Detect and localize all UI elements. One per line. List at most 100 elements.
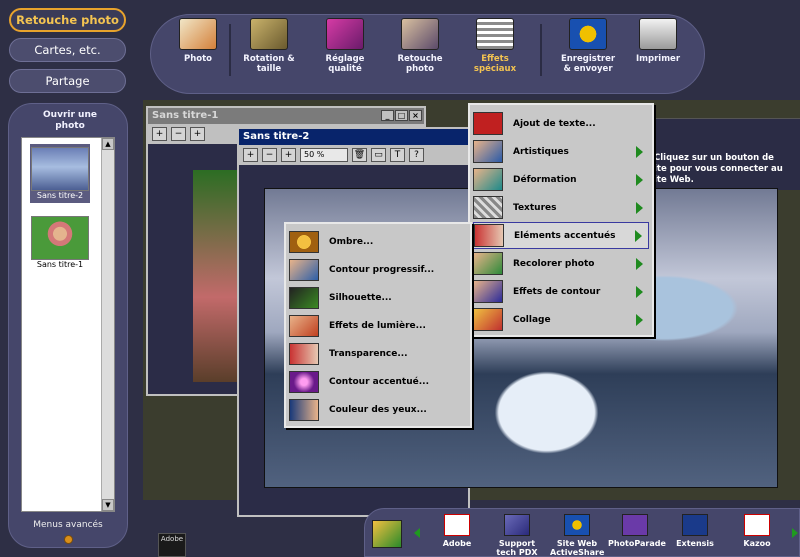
thumbnail-label: Sans titre-1	[36, 260, 84, 269]
partner-support-button[interactable]: Support tech PDX	[490, 514, 544, 557]
toolbar-effects-button[interactable]: Effets spéciaux	[465, 18, 525, 74]
menu-item-recolor[interactable]: Recolorer photo	[473, 250, 649, 277]
partner-photoparade-button[interactable]: PhotoParade	[608, 514, 666, 548]
kazoo-icon	[744, 514, 770, 536]
scroll-down-arrow-icon[interactable]: ▼	[102, 499, 114, 511]
menu-item-label: Ajout de texte...	[513, 118, 596, 129]
partner-label: PhotoParade	[608, 539, 666, 548]
scroll-up-arrow-icon[interactable]: ▲	[102, 138, 114, 150]
zoom-out-icon[interactable]: −	[171, 127, 186, 141]
menu-item-label: Effets de contour	[513, 286, 601, 297]
menu-item-label: Collage	[513, 314, 551, 325]
thumbnail-item[interactable]: Sans titre-1	[30, 216, 90, 269]
accented-elements-icon	[474, 224, 504, 247]
submenu-arrow-icon	[636, 173, 643, 186]
trash-icon[interactable]: 🗑	[352, 148, 367, 162]
zoom-out-icon[interactable]: −	[262, 148, 277, 162]
web-info-line: ite Web.	[654, 175, 694, 185]
phone-icon	[504, 514, 530, 536]
window-icon[interactable]: ▭	[371, 148, 386, 162]
zoom-select[interactable]: 50 %	[300, 148, 348, 162]
submenu-item-eye-color[interactable]: Couleur des yeux...	[289, 396, 467, 423]
adobe-logo-text: Adobe	[160, 535, 184, 543]
close-icon[interactable]: ×	[409, 110, 422, 121]
mode-cartes-button[interactable]: Cartes, etc.	[9, 38, 126, 62]
silhouette-icon	[289, 286, 319, 309]
submenu-item-light-effects[interactable]: Effets de lumière...	[289, 312, 467, 339]
submenu-item-transparency[interactable]: Transparence...	[289, 340, 467, 367]
partner-label: Adobe	[442, 539, 472, 548]
fit-icon[interactable]: +	[190, 127, 205, 141]
window-titlebar[interactable]: Sans titre-1 _ □ ×	[148, 108, 424, 124]
menu-item-textures[interactable]: Textures	[473, 194, 649, 221]
toolbar-rotation-button[interactable]: Rotation & taille	[239, 18, 299, 74]
menu-item-add-text[interactable]: Ajout de texte...	[473, 110, 649, 137]
toolbar-print-button[interactable]: Imprimer	[628, 18, 688, 64]
toolbar-label: Rotation & taille	[243, 54, 295, 74]
thumbnail-image	[31, 147, 89, 191]
menu-item-label: Eléments accentués	[514, 230, 616, 241]
advanced-menus-indicator-icon[interactable]	[63, 535, 73, 544]
submenu-item-label: Contour progressif...	[329, 264, 435, 275]
open-photo-label[interactable]: Ouvrir une photo	[28, 110, 112, 132]
transparency-icon	[289, 342, 319, 365]
thumbnail-image	[31, 216, 89, 260]
eye-color-icon	[289, 398, 319, 421]
toolbar-save-send-button[interactable]: Enregistrer & envoyer	[558, 18, 618, 74]
advanced-menus-toggle[interactable]: Menus avancés	[28, 520, 108, 544]
partner-activeshare-button[interactable]: Site Web ActiveShare	[550, 514, 604, 557]
maximize-icon[interactable]: □	[395, 110, 408, 121]
scroll-left-arrow-icon[interactable]	[414, 528, 420, 538]
zoom-in-icon[interactable]: +	[152, 127, 167, 141]
submenu-item-soft-edge[interactable]: Contour progressif...	[289, 256, 467, 283]
light-effects-icon	[289, 314, 319, 337]
window-title: Sans titre-1	[152, 110, 219, 121]
menu-item-label: Textures	[513, 202, 557, 213]
menu-item-edge-effects[interactable]: Effets de contour	[473, 278, 649, 305]
submenu-item-label: Couleur des yeux...	[329, 404, 427, 415]
web-info-text: Cliquez sur un bouton de ite pour vous c…	[654, 153, 800, 186]
gallery-icon[interactable]	[372, 520, 402, 548]
toolbar-quality-button[interactable]: Réglage qualité	[315, 18, 375, 74]
zoom-in-icon[interactable]: +	[243, 148, 258, 162]
partner-extensis-button[interactable]: Extensis	[668, 514, 722, 548]
submenu-arrow-icon	[636, 145, 643, 158]
toolbar-divider	[540, 24, 542, 76]
toolbar-divider	[229, 24, 231, 76]
thumbnail-item[interactable]: Sans titre-2	[30, 144, 90, 203]
mode-partage-button[interactable]: Partage	[9, 69, 126, 93]
submenu-item-label: Transparence...	[329, 348, 408, 359]
help-icon[interactable]: ?	[409, 148, 424, 162]
save-send-icon	[569, 18, 607, 50]
minimize-icon[interactable]: _	[381, 110, 394, 121]
menu-item-artistic[interactable]: Artistiques	[473, 138, 649, 165]
mode-retouche-photo-button[interactable]: Retouche photo	[9, 8, 126, 32]
thumbnail-scrollbar[interactable]: ▲ ▼	[101, 138, 114, 511]
scroll-right-arrow-icon[interactable]	[792, 528, 798, 538]
window-toolbar: + − + 50 % 🗑 ▭ T ?	[239, 145, 468, 165]
submenu-item-accented-edge[interactable]: Contour accentué...	[289, 368, 467, 395]
thumbnail-label: Sans titre-2	[36, 191, 84, 200]
adobe-logo: Adobe	[158, 533, 186, 557]
effects-menu: Ajout de texte... Artistiques Déformatio…	[468, 103, 654, 337]
print-icon	[639, 18, 677, 50]
toolbar-retouch-button[interactable]: Retouche photo	[390, 18, 450, 74]
menu-item-collage[interactable]: Collage	[473, 306, 649, 333]
text-icon	[473, 112, 503, 135]
window-title: Sans titre-2	[243, 131, 310, 142]
submenu-arrow-icon	[636, 257, 643, 270]
partner-adobe-button[interactable]: Adobe	[430, 514, 484, 548]
fit-icon[interactable]: +	[281, 148, 296, 162]
submenu-item-shadow[interactable]: Ombre...	[289, 228, 467, 255]
recolor-icon	[473, 252, 503, 275]
soft-edge-icon	[289, 258, 319, 281]
text-tool-icon[interactable]: T	[390, 148, 405, 162]
partner-kazoo-button[interactable]: Kazoo	[730, 514, 784, 548]
toolbar-photo-button[interactable]: Photo	[168, 18, 228, 64]
accented-edge-icon	[289, 370, 319, 393]
menu-item-distortion[interactable]: Déformation	[473, 166, 649, 193]
submenu-item-silhouette[interactable]: Silhouette...	[289, 284, 467, 311]
toolbar-label: Photo	[183, 54, 213, 64]
window-titlebar[interactable]: Sans titre-2	[239, 129, 468, 145]
menu-item-accented-elements[interactable]: Eléments accentués	[473, 222, 649, 249]
